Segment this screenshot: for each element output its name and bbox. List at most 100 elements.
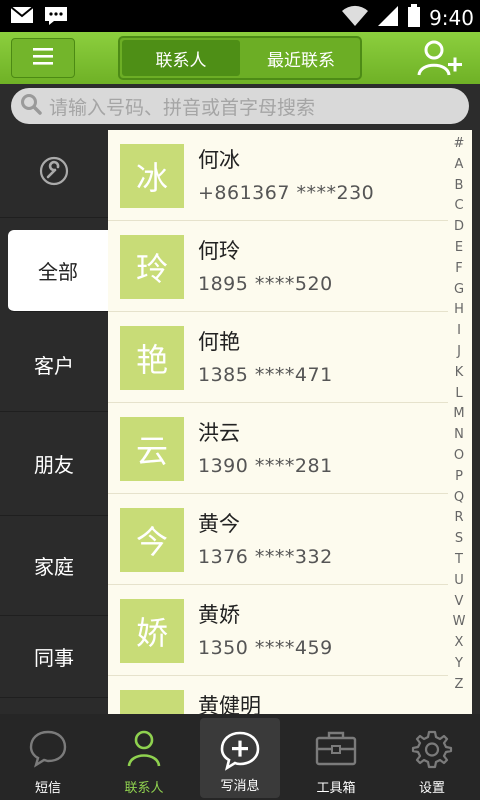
hamburger-icon (31, 46, 55, 70)
message-icon (44, 6, 68, 26)
wifi-icon (341, 5, 369, 31)
alphabet-index-letter[interactable]: P (455, 467, 463, 488)
alphabet-index-letter[interactable]: S (455, 529, 463, 550)
alphabet-index-letter[interactable]: G (454, 280, 464, 301)
clock: 9:40 (429, 6, 474, 30)
alphabet-index-letter[interactable]: Y (455, 654, 463, 675)
contacts-tab-switch: 联系人 最近联系 (118, 36, 362, 80)
sidebar-item-friends[interactable]: 朋友 (0, 412, 108, 516)
contact-name: 黄今 (198, 512, 240, 536)
nav-label: 写消息 (220, 779, 260, 794)
avatar: 玲 (120, 235, 184, 299)
alphabet-index-letter[interactable]: J (457, 342, 461, 363)
alphabet-index-letter[interactable]: Q (454, 488, 464, 509)
menu-button[interactable] (11, 38, 75, 78)
compose-icon (219, 730, 261, 776)
contact-name: 黄娇 (198, 603, 240, 627)
alphabet-index-letter[interactable]: M (453, 404, 464, 425)
battery-icon (407, 4, 421, 32)
alphabet-index-letter[interactable]: A (455, 155, 464, 176)
app-header: 联系人 最近联系 (0, 32, 480, 84)
contact-row[interactable]: 玲 何玲 1895 ****520 (108, 221, 448, 312)
nav-label: 设置 (418, 781, 445, 796)
nav-sms[interactable]: 短信 (0, 714, 96, 800)
contact-list: 冰 何冰 +861367 ****230 玲 何玲 1895 ****520 艳… (108, 130, 472, 714)
nav-label: 短信 (34, 781, 61, 796)
search-icon (19, 92, 43, 120)
signal-icon (377, 5, 399, 31)
avatar (120, 690, 184, 714)
contact-name: 何艳 (198, 330, 240, 354)
contact-row[interactable]: 黄健明 (108, 676, 448, 714)
sidebar-item-settings[interactable] (0, 130, 108, 218)
contact-phone: 1376 ****332 (198, 546, 333, 568)
nav-label: 工具箱 (316, 781, 356, 796)
alphabet-index[interactable]: # A B C D E F G H I J K L M N O P Q R S T U V W X Y Z (446, 134, 472, 696)
gear-icon (411, 728, 453, 774)
chat-bubble-icon (28, 728, 68, 772)
person-icon (124, 728, 164, 772)
contact-name: 黄健明 (198, 694, 261, 714)
tab-contacts[interactable]: 联系人 (122, 40, 240, 76)
search-placeholder: 请输入号码、拼音或首字母搜索 (49, 96, 316, 119)
alphabet-index-letter[interactable]: W (453, 612, 466, 633)
add-user-icon (416, 40, 464, 82)
nav-toolbox[interactable]: 工具箱 (288, 714, 384, 800)
alphabet-index-letter[interactable]: U (454, 571, 464, 592)
contact-row[interactable]: 云 洪云 1390 ****281 (108, 403, 448, 494)
alphabet-index-letter[interactable]: T (455, 550, 463, 571)
alphabet-index-letter[interactable]: F (455, 259, 462, 280)
list-edge (472, 130, 480, 714)
contact-phone: 1895 ****520 (198, 273, 333, 295)
alphabet-index-letter[interactable]: C (454, 196, 463, 217)
alphabet-index-letter[interactable]: K (455, 363, 464, 384)
contact-row[interactable]: 艳 何艳 1385 ****471 (108, 312, 448, 403)
nav-contacts[interactable]: 联系人 (96, 714, 192, 800)
sidebar-item-colleagues[interactable]: 同事 (0, 616, 108, 698)
alphabet-index-letter[interactable]: E (455, 238, 463, 259)
group-sidebar: 全部 客户 朋友 家庭 同事 (0, 130, 108, 714)
alphabet-index-letter[interactable]: V (455, 592, 464, 613)
avatar: 今 (120, 508, 184, 572)
contact-phone: +861367 ****230 (198, 182, 375, 204)
tab-recent[interactable]: 最近联系 (242, 38, 360, 78)
sidebar-item-clients[interactable]: 客户 (0, 318, 108, 412)
status-bar: 9:40 (0, 0, 480, 32)
contact-name: 何冰 (198, 148, 240, 172)
sidebar-item-all[interactable]: 全部 (8, 230, 108, 312)
mail-icon (10, 6, 34, 26)
contact-row[interactable]: 冰 何冰 +861367 ****230 (108, 130, 448, 221)
alphabet-index-letter[interactable]: N (454, 425, 464, 446)
avatar: 艳 (120, 326, 184, 390)
avatar: 冰 (120, 144, 184, 208)
contact-name: 洪云 (198, 421, 240, 445)
search-input[interactable]: 请输入号码、拼音或首字母搜索 (11, 88, 469, 124)
alphabet-index-letter[interactable]: # (454, 134, 465, 155)
nav-label: 联系人 (124, 781, 164, 796)
contact-phone: 1385 ****471 (198, 364, 333, 386)
wrench-icon (39, 156, 69, 191)
contact-row[interactable]: 今 黄今 1376 ****332 (108, 494, 448, 585)
alphabet-index-letter[interactable]: Z (455, 675, 464, 696)
nav-compose[interactable]: 写消息 (200, 718, 280, 798)
alphabet-index-letter[interactable]: B (455, 176, 464, 197)
alphabet-index-letter[interactable]: O (454, 446, 464, 467)
alphabet-index-letter[interactable]: R (454, 508, 463, 529)
nav-settings[interactable]: 设置 (384, 714, 480, 800)
contact-phone: 1390 ****281 (198, 455, 333, 477)
alphabet-index-letter[interactable]: I (457, 321, 461, 342)
alphabet-index-letter[interactable]: D (454, 217, 464, 238)
bottom-navigation: 短信 联系人 写消息 工具箱 设置 (0, 714, 480, 800)
avatar: 云 (120, 417, 184, 481)
alphabet-index-letter[interactable]: L (455, 384, 462, 405)
toolbox-icon (314, 728, 358, 772)
contact-name: 何玲 (198, 239, 240, 263)
sidebar-item-family[interactable]: 家庭 (0, 516, 108, 616)
search-bar: 请输入号码、拼音或首字母搜索 (0, 84, 480, 130)
contact-row[interactable]: 娇 黄娇 1350 ****459 (108, 585, 448, 676)
add-contact-button[interactable] (416, 38, 464, 78)
contact-phone: 1350 ****459 (198, 637, 333, 659)
alphabet-index-letter[interactable]: H (454, 300, 464, 321)
avatar: 娇 (120, 599, 184, 663)
alphabet-index-letter[interactable]: X (455, 633, 464, 654)
